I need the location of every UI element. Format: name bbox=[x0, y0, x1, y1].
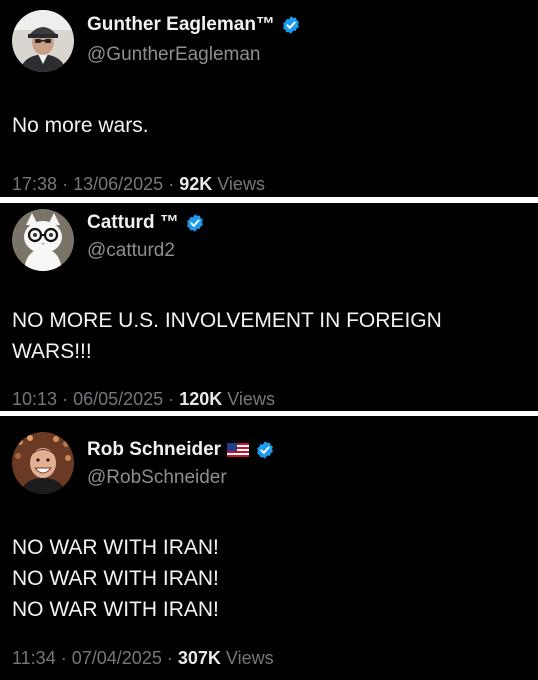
avatar[interactable] bbox=[12, 209, 74, 271]
display-name-row[interactable]: Gunther Eagleman™ bbox=[87, 14, 301, 36]
verified-badge-icon bbox=[257, 441, 273, 459]
display-name-row[interactable]: Rob Schneider bbox=[87, 439, 275, 461]
verified-badge-icon bbox=[186, 214, 203, 232]
tweet-time[interactable]: 17:38 bbox=[12, 174, 57, 194]
tweet-date[interactable]: 06/05/2025 bbox=[73, 389, 163, 409]
tweet-text-line: WARS!!! bbox=[12, 340, 92, 363]
tweet-meta: 10:13 · 06/05/2025 · 120K Views bbox=[12, 389, 275, 410]
views-count[interactable]: 307K bbox=[178, 648, 221, 668]
tweet-card[interactable]: Rob Schneider @RobSchneider NO WAR WITH … bbox=[0, 416, 538, 680]
meta-separator: · bbox=[168, 174, 175, 194]
tweet-text: NO WAR WITH IRAN! NO WAR WITH IRAN! NO W… bbox=[12, 532, 518, 625]
views-label: Views bbox=[227, 389, 275, 409]
user-handle[interactable]: @RobSchneider bbox=[87, 467, 227, 489]
views-label: Views bbox=[225, 648, 274, 668]
verified-badge-icon bbox=[283, 16, 299, 34]
views-count[interactable]: 92K bbox=[179, 174, 212, 194]
views-label: Views bbox=[217, 174, 265, 194]
us-flag-icon bbox=[227, 443, 250, 457]
views-count[interactable]: 120K bbox=[179, 389, 222, 409]
tweet-text-line: NO WAR WITH IRAN! bbox=[12, 567, 219, 590]
display-name[interactable]: Catturd ™ bbox=[87, 212, 179, 234]
tweet-time[interactable]: 10:13 bbox=[12, 389, 57, 409]
meta-separator: · bbox=[166, 648, 173, 668]
meta-separator: · bbox=[62, 389, 69, 409]
tweet-meta: 11:34 · 07/04/2025 · 307K Views bbox=[12, 648, 274, 669]
avatar[interactable] bbox=[12, 432, 74, 494]
user-handle[interactable]: @catturd2 bbox=[87, 240, 175, 262]
tweet-text: NO MORE U.S. INVOLVEMENT IN FOREIGN WARS… bbox=[12, 305, 518, 367]
tweet-date[interactable]: 13/06/2025 bbox=[73, 174, 163, 194]
tweet-text: No more wars. bbox=[12, 110, 518, 141]
tweet-card[interactable]: Gunther Eagleman™ @GuntherEagleman No mo… bbox=[0, 0, 538, 197]
avatar[interactable] bbox=[12, 10, 74, 72]
display-name[interactable]: Rob Schneider bbox=[87, 439, 221, 461]
tweet-meta: 17:38 · 13/06/2025 · 92K Views bbox=[12, 174, 265, 195]
user-handle[interactable]: @GuntherEagleman bbox=[87, 44, 261, 66]
tweet-date[interactable]: 07/04/2025 bbox=[72, 648, 162, 668]
smiling-man-crowd-avatar-icon bbox=[12, 432, 74, 494]
tweet-text-line: NO WAR WITH IRAN! bbox=[12, 598, 219, 621]
meta-separator: · bbox=[168, 389, 175, 409]
tweet-time[interactable]: 11:34 bbox=[12, 648, 56, 668]
tweet-text-line: NO WAR WITH IRAN! bbox=[12, 536, 219, 559]
tweet-card[interactable]: Catturd ™ @catturd2 NO MORE U.S. INVOLVE… bbox=[0, 203, 538, 411]
display-name-row[interactable]: Catturd ™ bbox=[87, 212, 205, 234]
display-name[interactable]: Gunther Eagleman™ bbox=[87, 14, 275, 36]
meta-separator: · bbox=[62, 174, 69, 194]
man-with-cap-avatar-icon bbox=[12, 10, 74, 72]
cat-with-glasses-avatar-icon bbox=[12, 209, 74, 271]
tweet-text-line: NO MORE U.S. INVOLVEMENT IN FOREIGN bbox=[12, 309, 442, 332]
tweet-text-line: No more wars. bbox=[12, 114, 149, 137]
meta-separator: · bbox=[60, 648, 67, 668]
